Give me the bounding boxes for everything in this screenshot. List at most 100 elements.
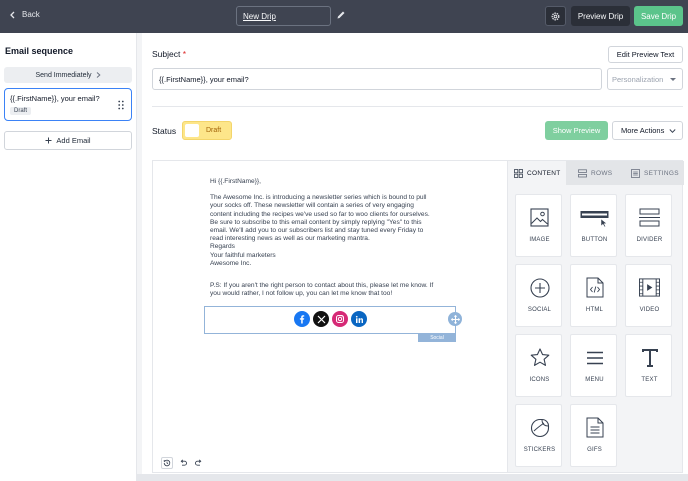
caret-down-icon [670, 78, 676, 81]
divider-icon [639, 207, 660, 228]
more-actions-label: More Actions [621, 126, 665, 135]
subject-label-text: Subject [152, 49, 181, 59]
add-email-button[interactable]: Add Email [4, 131, 132, 150]
star-icon [529, 347, 550, 368]
show-preview-button[interactable]: Show Preview [545, 121, 608, 140]
send-immediately-label: Send Immediately [35, 71, 92, 79]
status-toggle[interactable]: Draft [182, 121, 232, 140]
tile-label: IMAGE [529, 237, 550, 243]
add-email-label: Add Email [56, 136, 91, 145]
gif-file-icon [584, 417, 605, 438]
email-paragraph: The Awesome Inc. is introducing a newsle… [210, 194, 430, 267]
tile-image[interactable]: IMAGE [515, 194, 562, 257]
tile-social[interactable]: SOCIAL [515, 264, 562, 327]
toggle-knob [185, 124, 199, 137]
instagram-icon[interactable] [332, 311, 348, 327]
back-label: Back [22, 10, 40, 19]
tab-content-label: CONTENT [527, 169, 561, 177]
subject-label: Subject * [152, 49, 186, 59]
tile-video[interactable]: VIDEO [625, 264, 672, 327]
tab-rows-label: ROWS [591, 169, 613, 177]
status-badge: Draft [10, 107, 32, 115]
tile-text[interactable]: TEXT [625, 334, 672, 397]
undo-button[interactable] [177, 457, 189, 469]
video-icon [639, 277, 660, 298]
tile-label: HTML [585, 307, 604, 313]
tile-gifs[interactable]: GIFS [570, 404, 617, 467]
drip-name-input[interactable]: New Drip [236, 6, 331, 26]
sidebar-title: Email sequence [5, 46, 74, 56]
button-icon [579, 207, 610, 228]
section-divider [152, 106, 683, 107]
tile-button[interactable]: BUTTON [570, 194, 617, 257]
settings-list-icon [631, 168, 640, 178]
tile-label: ICONS [529, 377, 550, 383]
tile-label: MENU [585, 377, 604, 383]
history-icon [163, 459, 171, 467]
tile-stickers[interactable]: STICKERS [515, 404, 562, 467]
chevron-left-icon [10, 11, 15, 18]
tile-html[interactable]: HTML [570, 264, 617, 327]
send-immediately-button[interactable]: Send Immediately [4, 67, 132, 83]
move-handle-icon[interactable] [448, 312, 462, 326]
social-icons-row [294, 311, 367, 327]
image-icon [529, 207, 550, 228]
panel-tabs: CONTENT ROWS SETTINGS [508, 161, 684, 185]
redo-icon [195, 459, 202, 466]
main-editor-area: Subject * Edit Preview Text {{.FirstName… [142, 33, 688, 481]
social-plus-icon [529, 277, 550, 298]
tile-divider[interactable]: DIVIDER [625, 194, 672, 257]
pencil-icon[interactable] [336, 10, 346, 20]
history-button[interactable] [161, 457, 173, 469]
email-greeting: Hi {{.FirstName}}, [210, 178, 261, 185]
status-value: Draft [206, 127, 222, 134]
social-block-tag: Social [418, 334, 456, 342]
chevron-down-icon [669, 129, 676, 134]
tile-icons[interactable]: ICONS [515, 334, 562, 397]
redo-button[interactable] [193, 457, 205, 469]
tab-settings[interactable]: SETTINGS [624, 161, 684, 185]
horizontal-scrollbar[interactable] [137, 474, 688, 481]
drag-handle-icon[interactable] [118, 100, 124, 110]
back-button[interactable]: Back [9, 10, 40, 19]
tile-label: SOCIAL [527, 307, 552, 313]
history-controls [161, 457, 205, 469]
chevron-right-icon [96, 72, 101, 78]
settings-button[interactable] [545, 6, 566, 26]
subject-input[interactable]: {{.FirstName}}, your email? [152, 68, 602, 90]
personalization-select[interactable]: Personalization [607, 68, 683, 90]
required-mark: * [182, 49, 187, 59]
email-card[interactable]: {{.FirstName}}, your email? Draft [4, 88, 132, 121]
tile-label: VIDEO [639, 307, 660, 313]
preview-drip-button[interactable]: Preview Drip [571, 6, 630, 26]
plus-icon [45, 137, 52, 144]
tile-label: BUTTON [581, 237, 608, 243]
tile-label: GIFS [587, 447, 602, 453]
tile-label: DIVIDER [636, 237, 663, 243]
edit-preview-text-button[interactable]: Edit Preview Text [608, 46, 683, 63]
tile-menu[interactable]: MENU [570, 334, 617, 397]
email-body-text[interactable]: Hi {{.FirstName}}, The Awesome Inc. is i… [210, 178, 450, 298]
x-twitter-icon[interactable] [313, 311, 329, 327]
linkedin-icon[interactable] [351, 311, 367, 327]
tab-content[interactable]: CONTENT [508, 161, 566, 185]
grid-icon [514, 168, 523, 178]
rows-icon [578, 168, 587, 177]
email-canvas[interactable]: Hi {{.FirstName}}, The Awesome Inc. is i… [152, 160, 507, 473]
save-drip-button[interactable]: Save Drip [634, 6, 683, 26]
tile-label: STICKERS [523, 447, 556, 453]
email-sequence-sidebar: Email sequence Send Immediately {{.First… [0, 33, 137, 481]
status-label: Status [152, 126, 177, 136]
top-bar: Back New Drip Preview Drip Save Drip [0, 0, 688, 33]
social-block[interactable] [204, 306, 456, 334]
facebook-icon[interactable] [294, 311, 310, 327]
sticker-icon [529, 417, 550, 438]
content-panel: CONTENT ROWS SETTINGS IMAGE BUTTON DIVID… [507, 160, 684, 473]
html-file-icon [584, 277, 605, 298]
more-actions-dropdown[interactable]: More Actions [612, 121, 683, 140]
tab-rows[interactable]: ROWS [566, 161, 624, 185]
email-ps: P.S: If you aren't the right person to c… [210, 282, 434, 298]
email-card-subject: {{.FirstName}}, your email? [10, 94, 100, 103]
tile-label: TEXT [641, 377, 658, 383]
gear-icon [551, 12, 560, 20]
